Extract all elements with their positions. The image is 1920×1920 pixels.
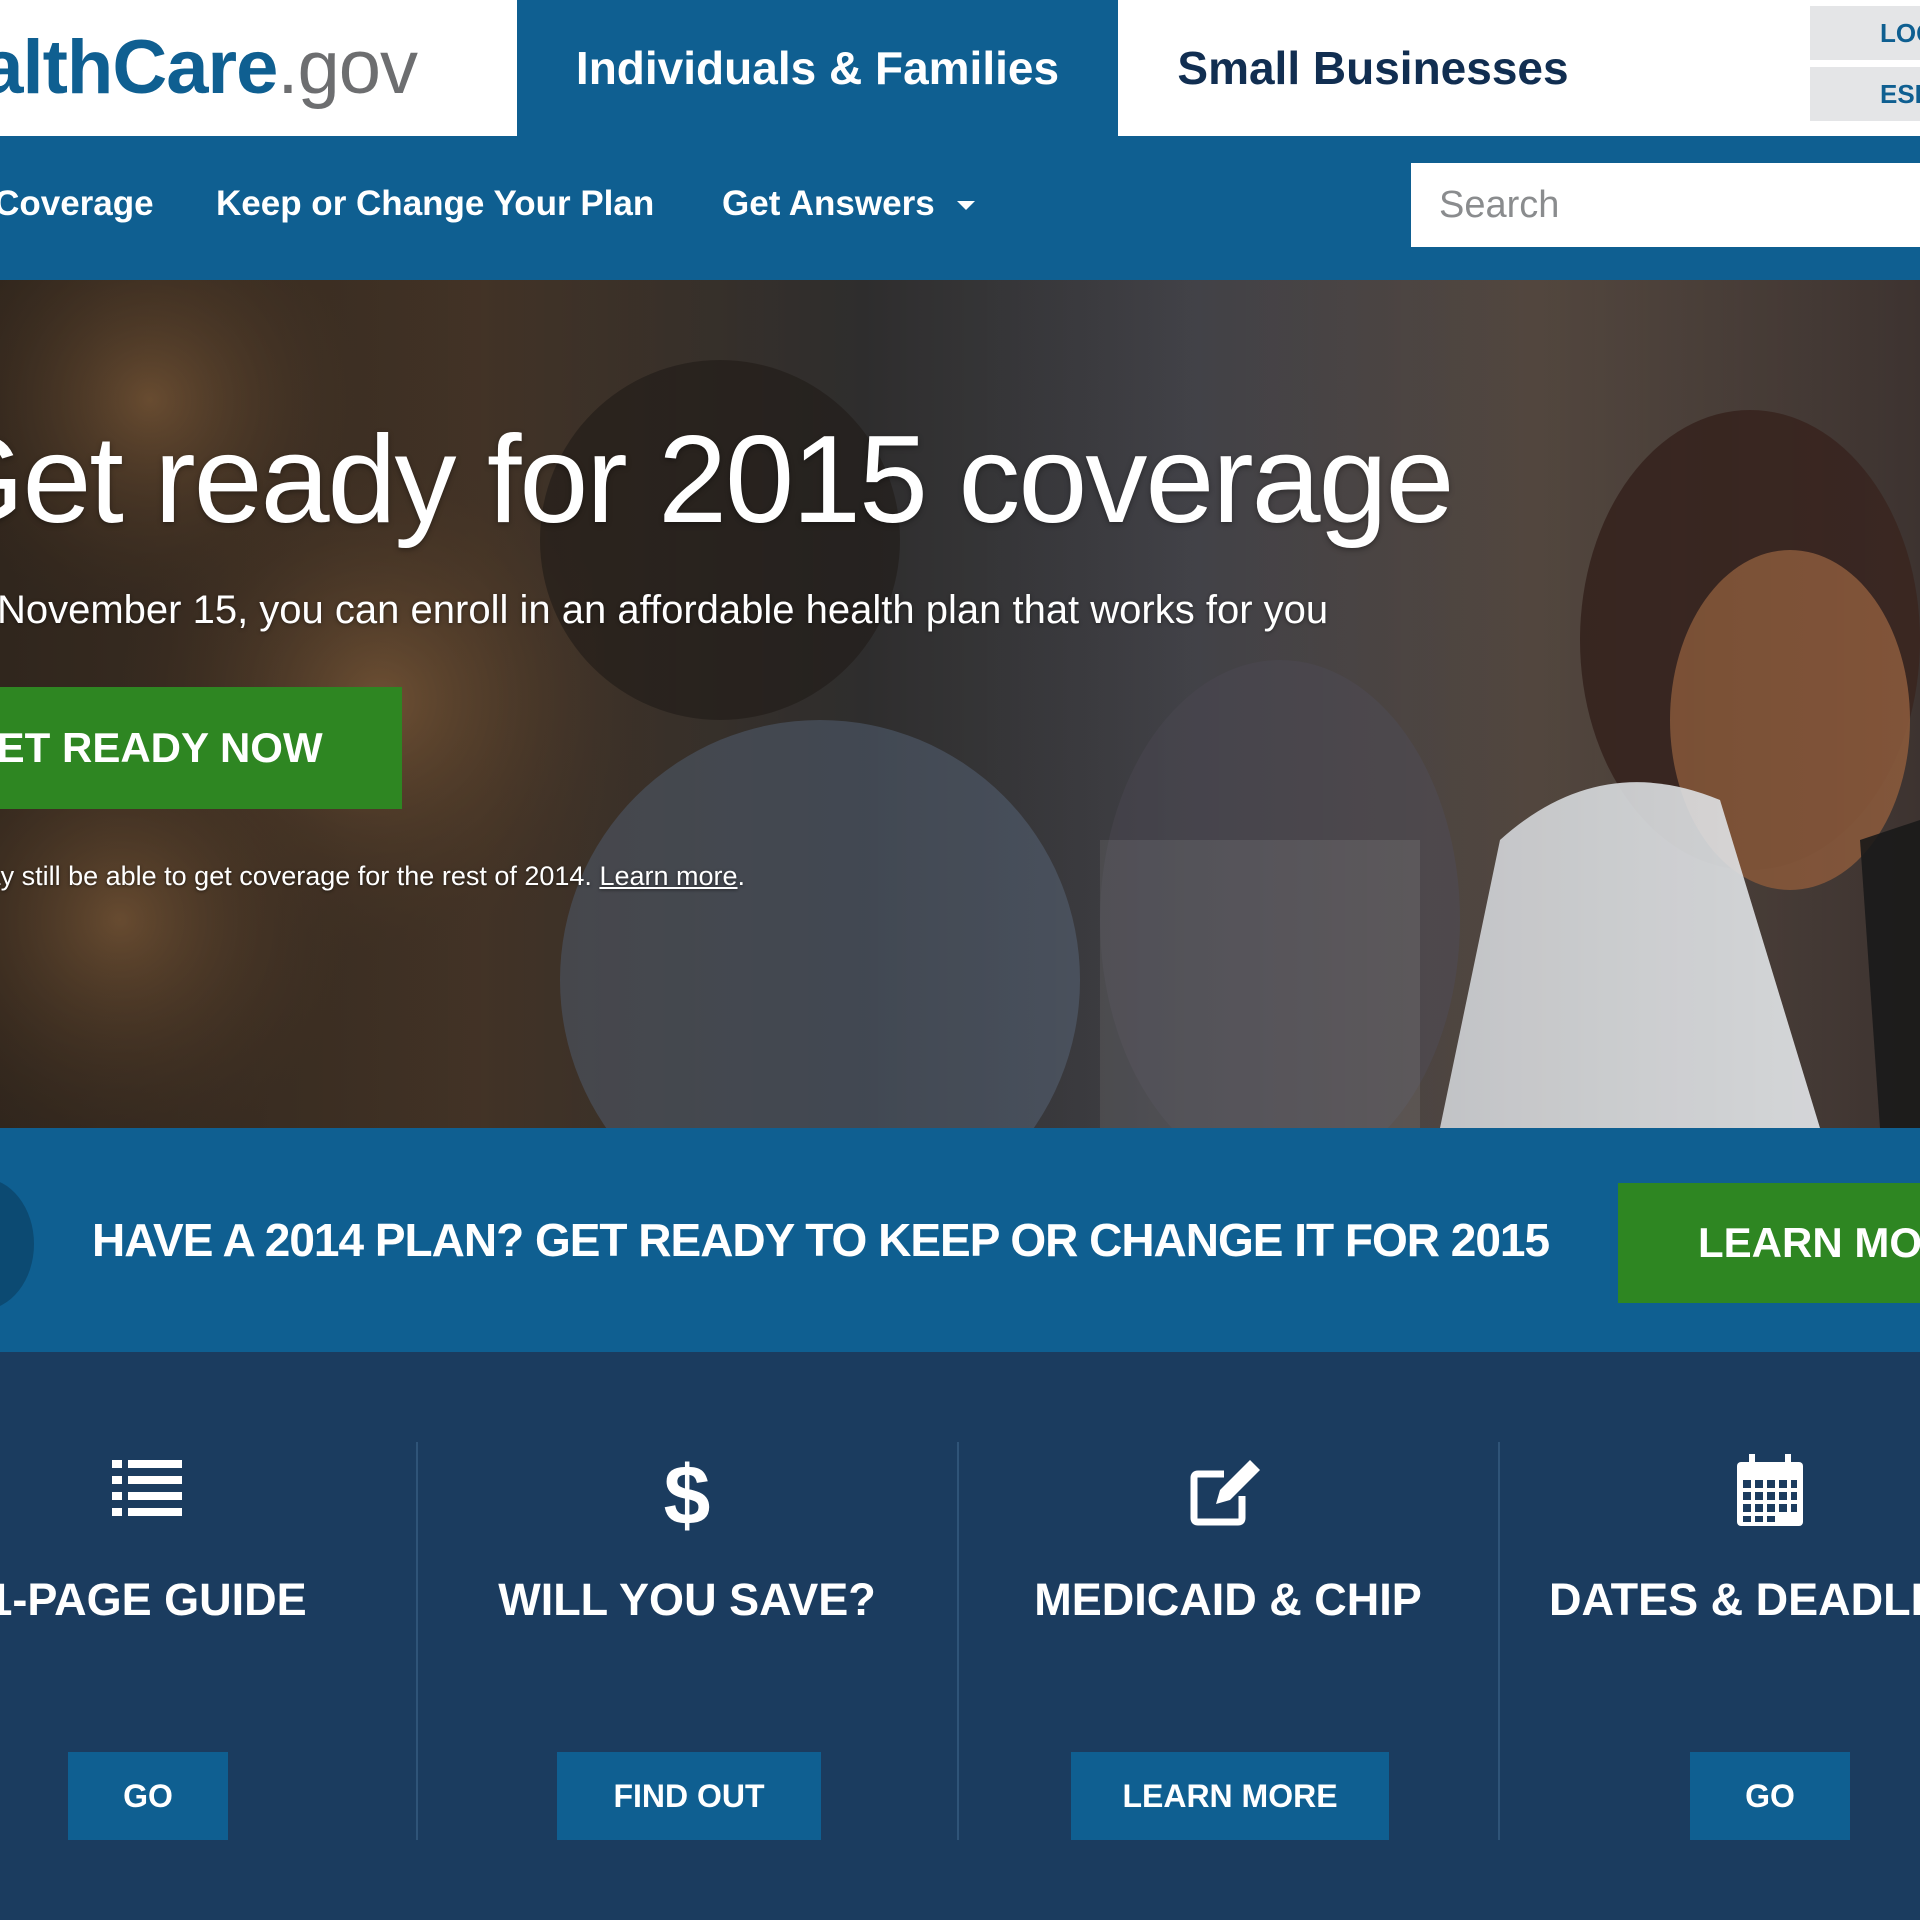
tile-divider (416, 1442, 418, 1840)
hero-banner: Get ready for 2015 coverage Starting Nov… (0, 280, 1920, 1128)
banner-learn-more-button[interactable]: LEARN MORE (1618, 1183, 1920, 1303)
banner-text: HAVE A 2014 PLAN? GET READY TO KEEP OR C… (92, 1214, 1550, 1266)
main-navigation: Get Coverage Keep or Change Your Plan Ge… (0, 136, 1920, 280)
espanol-button[interactable]: ESPAÑOL (1810, 67, 1920, 121)
logo-wordmark: HealthCare.gov (0, 20, 418, 116)
hero-note: You may still be able to get coverage fo… (0, 856, 831, 896)
tab-small-businesses[interactable]: Small Businesses (1118, 0, 1628, 136)
tile-divider (957, 1442, 959, 1840)
caret-down-icon (956, 201, 975, 211)
nav-item-get-answers[interactable]: Get Answers (722, 136, 975, 272)
guide-go-button[interactable]: GO (68, 1752, 228, 1840)
hero-note-text: You may still be able to get coverage fo… (0, 861, 592, 891)
plan-renewal-banner: HAVE A 2014 PLAN? GET READY TO KEEP OR C… (0, 1128, 1920, 1352)
hero-note-end: . (737, 861, 746, 891)
nav-item-get-coverage[interactable]: Get Coverage (0, 136, 222, 272)
healthcare-gov-logo[interactable]: HealthCare.gov (0, 0, 517, 136)
login-button[interactable]: LOG IN (1810, 6, 1920, 60)
tile-title: DATES & DEADLINES (1549, 1574, 1920, 1625)
tile-title: MEDICAID & CHIP (1034, 1574, 1422, 1625)
banner-icon (0, 1178, 34, 1310)
logo-suffix: .gov (277, 25, 418, 110)
tile-divider (1498, 1442, 1500, 1840)
dates-go-button[interactable]: GO (1690, 1752, 1850, 1840)
learn-more-link[interactable]: Learn more (599, 861, 737, 891)
hero-title: Get ready for 2015 coverage (0, 410, 1511, 550)
calendar-icon (1737, 1454, 1803, 1526)
quick-links: 1-PAGE GUIDE GO $ WILL YOU SAVE? FIND OU… (0, 1352, 1920, 1920)
medicaid-learn-more-button[interactable]: LEARN MORE (1071, 1752, 1389, 1840)
find-out-button[interactable]: FIND OUT (557, 1752, 821, 1840)
list-icon (112, 1460, 182, 1516)
nav-item-keep-or-change[interactable]: Keep or Change Your Plan (216, 136, 654, 272)
logo-brand: HealthCare (0, 25, 278, 110)
tab-individuals-families[interactable]: Individuals & Families (517, 0, 1118, 136)
nav-item-label: Get Answers (722, 184, 935, 223)
tile-title: WILL YOU SAVE? (498, 1574, 876, 1625)
hero-title-text: Get ready for 2015 coverage (0, 411, 1455, 549)
nav-item-label: Get Coverage (0, 184, 154, 223)
dollar-icon: $ (664, 1452, 711, 1532)
hero-subtitle: Starting November 15, you can enroll in … (0, 582, 1472, 638)
get-ready-now-label: GET READY NOW (0, 724, 323, 771)
top-header: HealthCare.gov Individuals & Families Sm… (0, 0, 1920, 136)
hero-subtitle-text: Starting November 15, you can enroll in … (0, 588, 1329, 632)
edit-icon (1190, 1460, 1260, 1526)
search-input[interactable] (1411, 163, 1920, 247)
get-ready-now-button[interactable]: GET READY NOW (0, 687, 402, 809)
tile-title: 1-PAGE GUIDE (0, 1574, 307, 1625)
hero-note-wrap: You may still be able to get coverage fo… (0, 861, 745, 891)
svg-text:$: $ (664, 1452, 711, 1532)
